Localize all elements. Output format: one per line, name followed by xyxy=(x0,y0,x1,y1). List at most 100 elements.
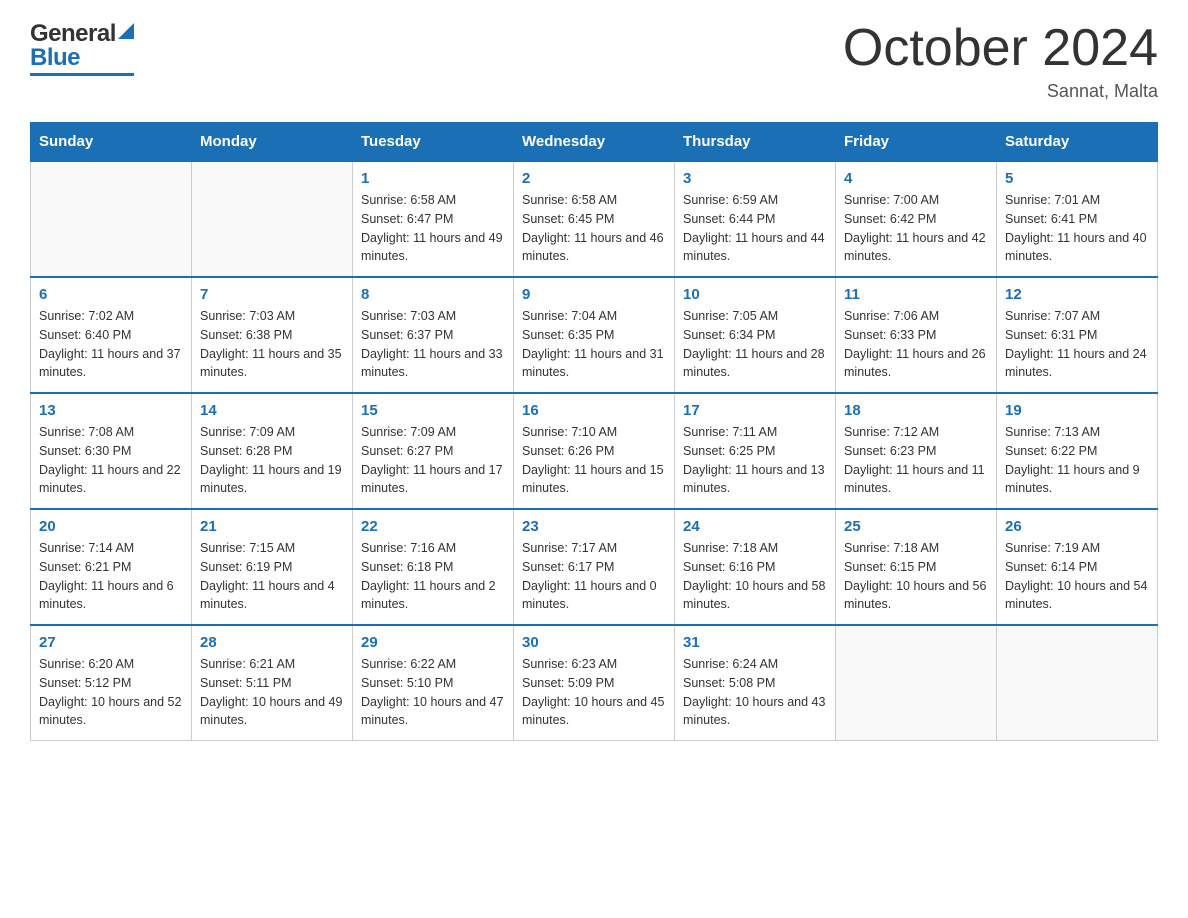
calendar-cell: 17 Sunrise: 7:11 AMSunset: 6:25 PMDayligh… xyxy=(675,393,836,509)
calendar-cell: 3 Sunrise: 6:59 AMSunset: 6:44 PMDaylight… xyxy=(675,161,836,277)
logo-arrow-icon xyxy=(118,23,134,39)
calendar-cell: 4 Sunrise: 7:00 AMSunset: 6:42 PMDaylight… xyxy=(836,161,997,277)
calendar-cell: 16Sunrise: 7:10 AMSunset: 6:26 PMDayligh… xyxy=(514,393,675,509)
day-info: Sunrise: 7:14 AMSunset: 6:21 PMDaylight:… xyxy=(39,539,183,614)
weekday-header-friday: Friday xyxy=(836,123,997,162)
logo-underline xyxy=(30,73,134,76)
calendar-cell: 6 Sunrise: 7:02 AMSunset: 6:40 PMDaylight… xyxy=(31,277,192,393)
calendar-cell: 27Sunrise: 6:20 AMSunset: 5:12 PMDayligh… xyxy=(31,625,192,741)
day-info: Sunrise: 7:18 AMSunset: 6:16 PMDaylight:… xyxy=(683,539,827,614)
day-info: Sunrise: 6:22 AMSunset: 5:10 PMDaylight:… xyxy=(361,655,505,730)
day-number: 11 xyxy=(844,286,988,303)
day-number: 5 xyxy=(1005,170,1149,187)
calendar-cell: 25Sunrise: 7:18 AMSunset: 6:15 PMDayligh… xyxy=(836,509,997,625)
title-block: October 2024 Sannat, Malta xyxy=(843,20,1158,102)
day-info: Sunrise: 7:19 AMSunset: 6:14 PMDaylight:… xyxy=(1005,539,1149,614)
day-number: 4 xyxy=(844,170,988,187)
day-info: Sunrise: 6:58 AMSunset: 6:47 PMDaylight:… xyxy=(361,191,505,266)
day-info: Sunrise: 6:23 AMSunset: 5:09 PMDaylight:… xyxy=(522,655,666,730)
day-number: 28 xyxy=(200,634,344,651)
calendar-cell: 8 Sunrise: 7:03 AMSunset: 6:37 PMDaylight… xyxy=(353,277,514,393)
day-info: Sunrise: 7:18 AMSunset: 6:15 PMDaylight:… xyxy=(844,539,988,614)
day-number: 31 xyxy=(683,634,827,651)
day-number: 12 xyxy=(1005,286,1149,303)
weekday-header-sunday: Sunday xyxy=(31,123,192,162)
weekday-header-row: SundayMondayTuesdayWednesdayThursdayFrid… xyxy=(31,123,1158,162)
month-title: October 2024 xyxy=(843,20,1158,77)
calendar-cell xyxy=(31,161,192,277)
day-number: 10 xyxy=(683,286,827,303)
calendar-cell: 9Sunrise: 7:04 AMSunset: 6:35 PMDaylight… xyxy=(514,277,675,393)
day-number: 21 xyxy=(200,518,344,535)
calendar-table: SundayMondayTuesdayWednesdayThursdayFrid… xyxy=(30,122,1158,741)
calendar-cell: 18 Sunrise: 7:12 AMSunset: 6:23 PMDayligh… xyxy=(836,393,997,509)
calendar-cell: 10 Sunrise: 7:05 AMSunset: 6:34 PMDayligh… xyxy=(675,277,836,393)
day-number: 7 xyxy=(200,286,344,303)
week-row-5: 27Sunrise: 6:20 AMSunset: 5:12 PMDayligh… xyxy=(31,625,1158,741)
calendar-cell: 23 Sunrise: 7:17 AMSunset: 6:17 PMDayligh… xyxy=(514,509,675,625)
week-row-1: 1 Sunrise: 6:58 AMSunset: 6:47 PMDaylight… xyxy=(31,161,1158,277)
day-number: 18 xyxy=(844,402,988,419)
weekday-header-wednesday: Wednesday xyxy=(514,123,675,162)
day-number: 20 xyxy=(39,518,183,535)
day-info: Sunrise: 6:21 AMSunset: 5:11 PMDaylight:… xyxy=(200,655,344,730)
day-number: 6 xyxy=(39,286,183,303)
day-number: 22 xyxy=(361,518,505,535)
day-info: Sunrise: 7:16 AMSunset: 6:18 PMDaylight:… xyxy=(361,539,505,614)
page-header: General Blue October 2024 Sannat, Malta xyxy=(30,20,1158,102)
calendar-cell: 29Sunrise: 6:22 AMSunset: 5:10 PMDayligh… xyxy=(353,625,514,741)
logo: General Blue xyxy=(30,20,134,76)
day-number: 9 xyxy=(522,286,666,303)
day-info: Sunrise: 7:05 AMSunset: 6:34 PMDaylight:… xyxy=(683,307,827,382)
day-info: Sunrise: 7:13 AMSunset: 6:22 PMDaylight:… xyxy=(1005,423,1149,498)
logo-blue-text: Blue xyxy=(30,44,80,72)
day-info: Sunrise: 7:00 AMSunset: 6:42 PMDaylight:… xyxy=(844,191,988,266)
day-number: 3 xyxy=(683,170,827,187)
day-info: Sunrise: 7:12 AMSunset: 6:23 PMDaylight:… xyxy=(844,423,988,498)
weekday-header-thursday: Thursday xyxy=(675,123,836,162)
day-number: 1 xyxy=(361,170,505,187)
calendar-cell: 2Sunrise: 6:58 AMSunset: 6:45 PMDaylight… xyxy=(514,161,675,277)
day-info: Sunrise: 6:59 AMSunset: 6:44 PMDaylight:… xyxy=(683,191,827,266)
day-info: Sunrise: 7:03 AMSunset: 6:37 PMDaylight:… xyxy=(361,307,505,382)
calendar-cell: 30Sunrise: 6:23 AMSunset: 5:09 PMDayligh… xyxy=(514,625,675,741)
day-number: 8 xyxy=(361,286,505,303)
day-info: Sunrise: 7:11 AMSunset: 6:25 PMDaylight:… xyxy=(683,423,827,498)
day-info: Sunrise: 7:07 AMSunset: 6:31 PMDaylight:… xyxy=(1005,307,1149,382)
day-info: Sunrise: 7:02 AMSunset: 6:40 PMDaylight:… xyxy=(39,307,183,382)
day-number: 26 xyxy=(1005,518,1149,535)
day-number: 17 xyxy=(683,402,827,419)
weekday-header-monday: Monday xyxy=(192,123,353,162)
calendar-cell xyxy=(192,161,353,277)
day-number: 16 xyxy=(522,402,666,419)
week-row-4: 20 Sunrise: 7:14 AMSunset: 6:21 PMDayligh… xyxy=(31,509,1158,625)
calendar-cell: 14Sunrise: 7:09 AMSunset: 6:28 PMDayligh… xyxy=(192,393,353,509)
location: Sannat, Malta xyxy=(843,81,1158,102)
day-info: Sunrise: 6:24 AMSunset: 5:08 PMDaylight:… xyxy=(683,655,827,730)
week-row-2: 6 Sunrise: 7:02 AMSunset: 6:40 PMDaylight… xyxy=(31,277,1158,393)
calendar-cell: 15Sunrise: 7:09 AMSunset: 6:27 PMDayligh… xyxy=(353,393,514,509)
day-info: Sunrise: 7:03 AMSunset: 6:38 PMDaylight:… xyxy=(200,307,344,382)
day-number: 13 xyxy=(39,402,183,419)
day-number: 27 xyxy=(39,634,183,651)
calendar-cell: 21 Sunrise: 7:15 AMSunset: 6:19 PMDayligh… xyxy=(192,509,353,625)
day-info: Sunrise: 6:58 AMSunset: 6:45 PMDaylight:… xyxy=(522,191,666,266)
calendar-cell: 31 Sunrise: 6:24 AMSunset: 5:08 PMDayligh… xyxy=(675,625,836,741)
day-number: 24 xyxy=(683,518,827,535)
weekday-header-saturday: Saturday xyxy=(997,123,1158,162)
day-number: 19 xyxy=(1005,402,1149,419)
week-row-3: 13 Sunrise: 7:08 AMSunset: 6:30 PMDayligh… xyxy=(31,393,1158,509)
day-info: Sunrise: 7:17 AMSunset: 6:17 PMDaylight:… xyxy=(522,539,666,614)
calendar-cell: 26 Sunrise: 7:19 AMSunset: 6:14 PMDayligh… xyxy=(997,509,1158,625)
day-info: Sunrise: 7:09 AMSunset: 6:28 PMDaylight:… xyxy=(200,423,344,498)
calendar-cell: 20 Sunrise: 7:14 AMSunset: 6:21 PMDayligh… xyxy=(31,509,192,625)
calendar-cell: 12 Sunrise: 7:07 AMSunset: 6:31 PMDayligh… xyxy=(997,277,1158,393)
calendar-cell xyxy=(836,625,997,741)
day-info: Sunrise: 7:08 AMSunset: 6:30 PMDaylight:… xyxy=(39,423,183,498)
calendar-cell: 19 Sunrise: 7:13 AMSunset: 6:22 PMDayligh… xyxy=(997,393,1158,509)
calendar-cell: 22 Sunrise: 7:16 AMSunset: 6:18 PMDayligh… xyxy=(353,509,514,625)
day-info: Sunrise: 7:15 AMSunset: 6:19 PMDaylight:… xyxy=(200,539,344,614)
day-number: 23 xyxy=(522,518,666,535)
calendar-cell: 11Sunrise: 7:06 AMSunset: 6:33 PMDayligh… xyxy=(836,277,997,393)
calendar-cell: 28 Sunrise: 6:21 AMSunset: 5:11 PMDayligh… xyxy=(192,625,353,741)
